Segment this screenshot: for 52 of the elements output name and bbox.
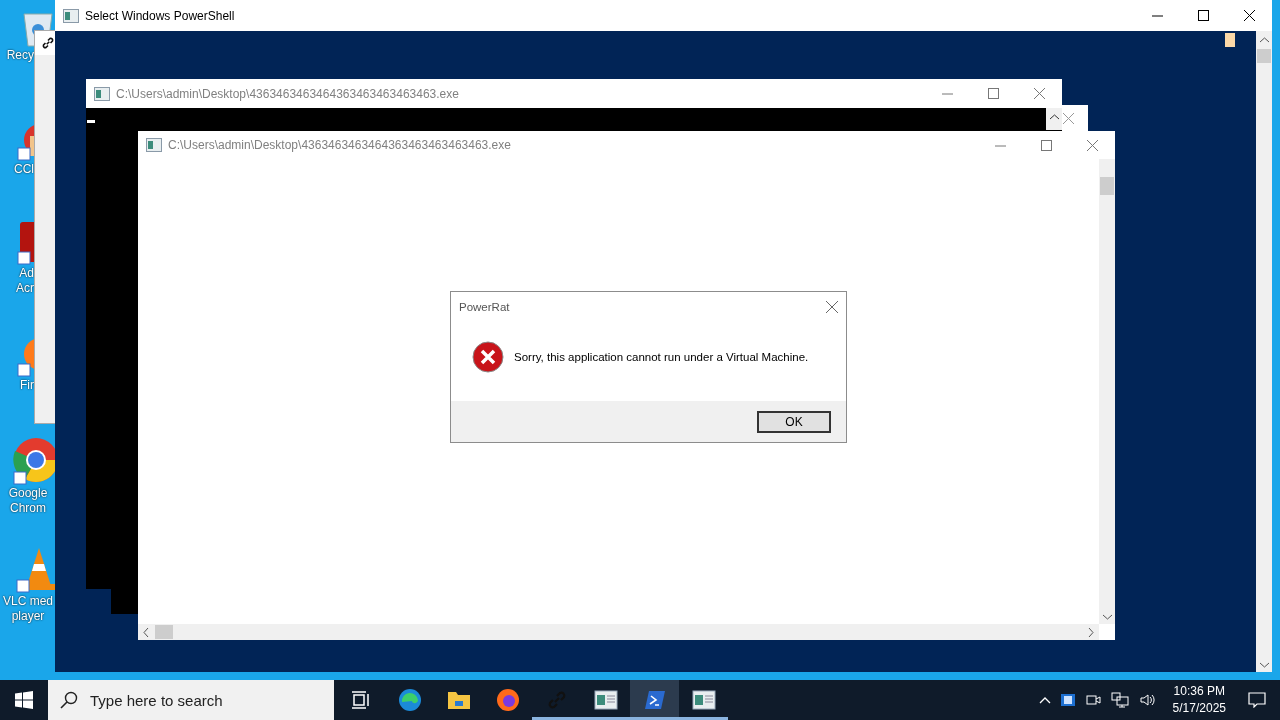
window-title: C:\Users\admin\Desktop\4363463463464363463463463463.exe [116, 86, 460, 101]
scrollbar[interactable] [1099, 159, 1115, 624]
scroll-thumb[interactable] [1100, 177, 1114, 195]
error-message: Sorry, this application cannot run under a Virtual Machine. [514, 350, 809, 363]
scroll-left-icon[interactable] [143, 627, 149, 637]
tray-app-icon[interactable] [1060, 694, 1075, 706]
text-cursor [1225, 33, 1235, 47]
maximize-icon[interactable] [1197, 10, 1209, 21]
dialog-title: PowerRat [459, 301, 511, 313]
globe-icon [495, 688, 520, 712]
console-window-icon [94, 86, 110, 101]
desktop-icon-label[interactable]: VLC med player [2, 594, 54, 624]
desktop-icon-label[interactable]: Google Chrom [2, 486, 54, 516]
start-icon[interactable] [15, 691, 33, 709]
ok-button[interactable]: OK [757, 410, 831, 433]
search-field[interactable]: Type here to search [48, 680, 334, 720]
camera-icon[interactable] [1084, 692, 1101, 708]
text-cursor [87, 120, 95, 123]
powershell-icon [643, 690, 666, 710]
network-icon[interactable] [1110, 692, 1129, 708]
close-icon[interactable] [1243, 10, 1255, 21]
folder-icon [446, 690, 471, 710]
clock[interactable]: 10:36 PM 5/17/2025 [1166, 683, 1232, 717]
scrollbar[interactable] [1046, 108, 1062, 130]
scroll-up-icon[interactable] [1049, 114, 1059, 120]
console-window-icon [63, 8, 79, 23]
scroll-up-icon[interactable] [1259, 37, 1269, 43]
notification-icon[interactable] [1248, 692, 1266, 708]
circle-logo-icon [12, 436, 58, 486]
search-icon [60, 691, 78, 709]
scroll-thumb[interactable] [1257, 49, 1271, 63]
error-icon [472, 340, 504, 373]
window-icon [691, 690, 716, 710]
task-view-icon [351, 691, 371, 709]
window-title: Select Windows PowerShell [85, 8, 236, 23]
console-window-icon [146, 138, 162, 152]
scrollbar[interactable] [138, 624, 1099, 640]
wave-logo-icon [397, 688, 422, 712]
scroll-right-icon[interactable] [1088, 627, 1094, 637]
window-icon [593, 690, 618, 710]
window-title: C:\Users\admin\Desktop\4363463463464363463463463463.exe [168, 138, 512, 152]
scroll-down-icon[interactable] [1102, 614, 1112, 620]
scroll-down-icon[interactable] [1259, 662, 1269, 668]
scroll-thumb[interactable] [155, 625, 173, 639]
chevron-up-icon[interactable] [1038, 696, 1051, 704]
link-icon [41, 36, 55, 50]
desktop-icon-label[interactable]: Fir [20, 378, 34, 393]
volume-icon[interactable] [1138, 692, 1157, 708]
desktop-icon-label[interactable]: CCl [14, 162, 34, 177]
desktop-icon-label[interactable]: Ad Acr [16, 266, 34, 296]
scrollbar[interactable] [1256, 31, 1272, 672]
desktop-icon-label[interactable]: Recy [6, 48, 34, 63]
